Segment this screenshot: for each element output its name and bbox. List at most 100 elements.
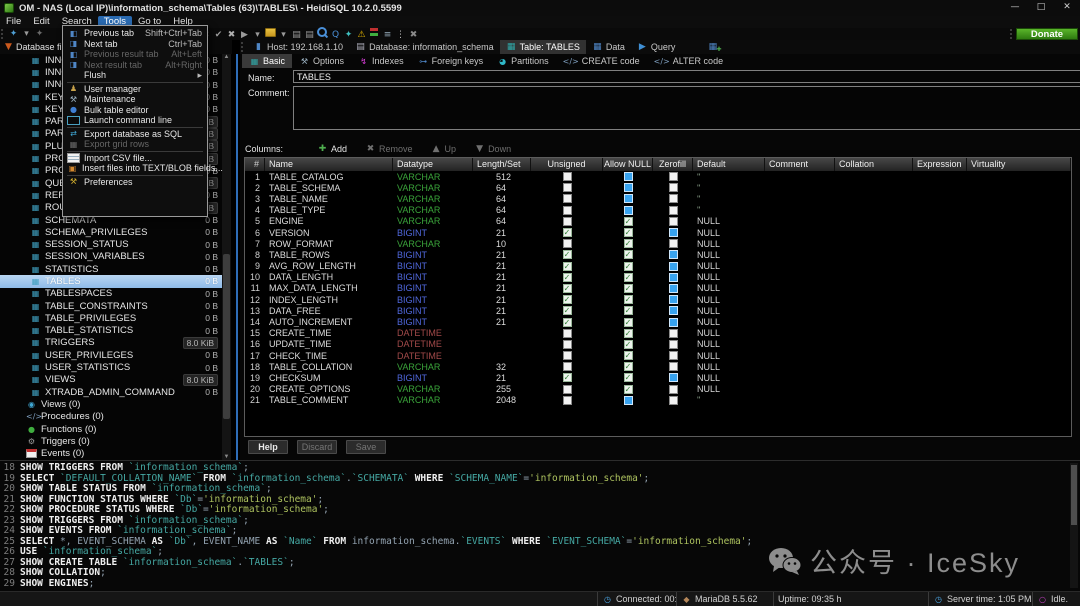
menu-item-insert-files-into-text-blob-fields[interactable]: ▣Insert files into TEXT/BLOB fields... (63, 163, 207, 174)
default-cell[interactable]: NULL (693, 384, 765, 394)
default-cell[interactable]: NULL (693, 317, 765, 327)
tree-item-user_privileges[interactable]: ▦USER_PRIVILEGES0 B (0, 349, 222, 361)
length-cell[interactable]: 64 (473, 205, 531, 215)
unsigned-checkbox[interactable]: ✓ (563, 306, 572, 315)
zerofill-checkbox[interactable] (669, 306, 678, 315)
default-cell[interactable]: '' (693, 194, 765, 204)
datatype-cell[interactable]: BIGINT (393, 295, 473, 305)
default-cell[interactable]: NULL (693, 339, 765, 349)
length-cell[interactable]: 21 (473, 272, 531, 282)
datatype-cell[interactable]: BIGINT (393, 306, 473, 316)
tree-item-table_statistics[interactable]: ▦TABLE_STATISTICS0 B (0, 325, 222, 337)
subtab-indexes[interactable]: ↯Indexes (351, 54, 411, 68)
column-name-cell[interactable]: TABLE_COMMENT (265, 395, 393, 405)
down-column-button[interactable]: ▼Down (474, 144, 511, 155)
zerofill-checkbox[interactable] (669, 351, 678, 360)
unsigned-checkbox[interactable]: ✓ (563, 273, 572, 282)
default-cell[interactable]: NULL (693, 306, 765, 316)
length-cell[interactable]: 64 (473, 183, 531, 193)
length-cell[interactable]: 21 (473, 283, 531, 293)
length-cell[interactable]: 21 (473, 295, 531, 305)
column-row-auto_increment[interactable]: 14AUTO_INCREMENTBIGINT21✓✓NULL (245, 316, 1071, 327)
column-name-cell[interactable]: AUTO_INCREMENT (265, 317, 393, 327)
allow-null-checkbox[interactable]: ✓ (624, 373, 633, 382)
column-name-cell[interactable]: DATA_LENGTH (265, 272, 393, 282)
length-cell[interactable]: 10 (473, 239, 531, 249)
default-cell[interactable]: '' (693, 183, 765, 193)
menu-item-maintenance[interactable]: ⚒Maintenance (63, 94, 207, 105)
tree-item-triggers[interactable]: ▦TRIGGERS8.0 KiB (0, 337, 222, 349)
discard-button[interactable]: Discard (297, 440, 337, 454)
unsigned-checkbox[interactable] (563, 194, 572, 203)
save-button[interactable]: Save (346, 440, 386, 454)
zerofill-checkbox[interactable] (669, 396, 678, 405)
tree-item-table_constraints[interactable]: ▦TABLE_CONSTRAINTS0 B (0, 300, 222, 312)
zerofill-checkbox[interactable] (669, 318, 678, 327)
tree-item-views[interactable]: ▦VIEWS8.0 KiB (0, 374, 222, 386)
datatype-cell[interactable]: DATETIME (393, 328, 473, 338)
tree-category-triggers[interactable]: ⚙Triggers (0) (0, 435, 222, 447)
datatype-cell[interactable]: BIGINT (393, 261, 473, 271)
column-name-cell[interactable]: TABLE_NAME (265, 194, 393, 204)
length-cell[interactable]: 21 (473, 228, 531, 238)
allow-null-checkbox[interactable]: ✓ (624, 217, 633, 226)
allow-null-checkbox[interactable]: ✓ (624, 329, 633, 338)
unsigned-checkbox[interactable]: ✓ (563, 318, 572, 327)
datatype-cell[interactable]: VARCHAR (393, 183, 473, 193)
datatype-cell[interactable]: BIGINT (393, 250, 473, 260)
column-row-table_collation[interactable]: 18TABLE_COLLATIONVARCHAR32✓NULL (245, 361, 1071, 372)
unsigned-checkbox[interactable] (563, 329, 572, 338)
zerofill-checkbox[interactable] (669, 217, 678, 226)
default-cell[interactable]: NULL (693, 239, 765, 249)
zerofill-checkbox[interactable] (669, 183, 678, 192)
unsigned-checkbox[interactable]: ✓ (563, 373, 572, 382)
tab-table-tables[interactable]: ▦Table: TABLES (500, 40, 586, 54)
default-cell[interactable]: NULL (693, 373, 765, 383)
default-cell[interactable]: NULL (693, 250, 765, 260)
column-row-update_time[interactable]: 16UPDATE_TIMEDATETIME✓NULL (245, 339, 1071, 350)
donate-button[interactable]: Donate (1016, 28, 1078, 40)
donate-grip[interactable] (1010, 29, 1013, 39)
allow-null-checkbox[interactable] (624, 206, 633, 215)
unsigned-checkbox[interactable]: ✓ (563, 250, 572, 259)
tab-database-information-schema[interactable]: ▤Database: information_schema (349, 40, 500, 54)
allow-null-checkbox[interactable] (624, 183, 633, 192)
unsigned-checkbox[interactable] (563, 396, 572, 405)
column-row-max_data_length[interactable]: 11MAX_DATA_LENGTHBIGINT21✓✓NULL (245, 283, 1071, 294)
menu-item-preferences[interactable]: ⚒Preferences (63, 177, 207, 188)
column-name-cell[interactable]: INDEX_LENGTH (265, 295, 393, 305)
zerofill-checkbox[interactable] (669, 194, 678, 203)
column-row-row_format[interactable]: 7ROW_FORMATVARCHAR10✓NULL (245, 238, 1071, 249)
datatype-cell[interactable]: BIGINT (393, 272, 473, 282)
zerofill-checkbox[interactable] (669, 362, 678, 371)
column-name-cell[interactable]: DATA_FREE (265, 306, 393, 316)
zerofill-checkbox[interactable] (669, 172, 678, 181)
unsigned-checkbox[interactable] (563, 206, 572, 215)
allow-null-checkbox[interactable]: ✓ (624, 284, 633, 293)
menu-item-next-result-tab[interactable]: ◨Next result tabAlt+Right (63, 60, 207, 71)
tree-item-tablespaces[interactable]: ▦TABLESPACES0 B (0, 288, 222, 300)
unsigned-checkbox[interactable]: ✓ (563, 295, 572, 304)
tree-scroll-thumb[interactable] (223, 254, 230, 419)
unsigned-checkbox[interactable] (563, 351, 572, 360)
length-cell[interactable]: 21 (473, 250, 531, 260)
default-cell[interactable]: NULL (693, 261, 765, 271)
tree-category-events[interactable]: Events (0) (0, 448, 222, 460)
new-query-tab-icon[interactable]: ▦ (707, 42, 718, 53)
default-cell[interactable]: NULL (693, 351, 765, 361)
datatype-cell[interactable]: VARCHAR (393, 239, 473, 249)
allow-null-checkbox[interactable]: ✓ (624, 228, 633, 237)
column-name-cell[interactable]: TABLE_ROWS (265, 250, 393, 260)
help-button[interactable]: Help (248, 440, 288, 454)
column-row-create_time[interactable]: 15CREATE_TIMEDATETIME✓NULL (245, 328, 1071, 339)
datatype-cell[interactable]: BIGINT (393, 283, 473, 293)
zerofill-checkbox[interactable] (669, 228, 678, 237)
column-row-table_rows[interactable]: 8TABLE_ROWSBIGINT21✓✓NULL (245, 249, 1071, 260)
default-cell[interactable]: NULL (693, 272, 765, 282)
datatype-cell[interactable]: DATETIME (393, 351, 473, 361)
length-cell[interactable]: 21 (473, 373, 531, 383)
menu-item-next-tab[interactable]: ◨Next tabCtrl+Tab (63, 39, 207, 50)
toolbar-grip[interactable] (1, 29, 4, 39)
zerofill-checkbox[interactable] (669, 262, 678, 271)
zerofill-checkbox[interactable] (669, 284, 678, 293)
